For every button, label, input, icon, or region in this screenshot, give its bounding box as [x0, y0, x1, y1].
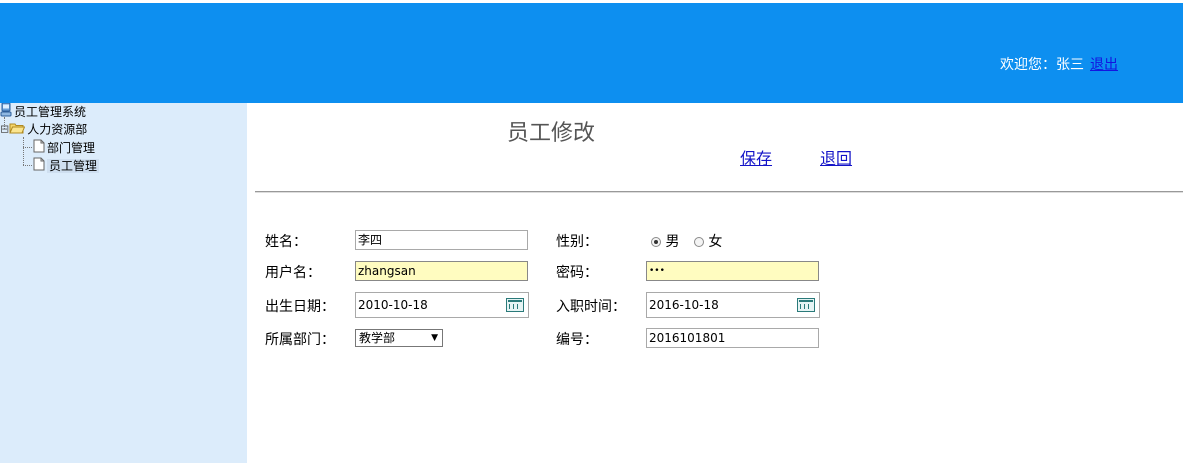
folder-open-icon [9, 122, 26, 138]
name-input[interactable]: 李四 [355, 230, 528, 250]
calendar-icon[interactable] [797, 298, 815, 312]
employee-no-input[interactable]: 2016101801 [646, 328, 819, 348]
gender-male-label: 男 [665, 234, 680, 250]
gender-male-radio[interactable] [651, 237, 661, 247]
hire-date-value: 2016-10-18 [649, 298, 719, 312]
tree-line [23, 165, 32, 166]
sidebar-tree: 员工管理系统 ⊟ 人力资源部 部门管理 员工管理 [0, 102, 247, 463]
computer-icon [0, 102, 12, 121]
username-input[interactable]: zhangsan [355, 261, 528, 281]
tree-line [23, 137, 24, 165]
birthdate-input[interactable]: 2010-10-18 [355, 292, 529, 318]
tree-item-label: 员工管理 [47, 159, 100, 173]
department-select-value: 教学部 [359, 331, 396, 345]
hire-date-label: 入职时间： [556, 299, 626, 315]
dropdown-arrow-icon: ▼ [431, 333, 438, 343]
tree-item-dept-mgmt[interactable]: 部门管理 [33, 139, 95, 155]
top-banner: 欢迎您：张三 退出 [0, 3, 1183, 103]
page-title: 员工修改 [507, 121, 596, 146]
welcome-area: 欢迎您：张三 退出 [1000, 54, 1118, 74]
welcome-text: 欢迎您：张三 [1000, 57, 1084, 73]
divider [255, 191, 1183, 193]
gender-group: 男 女 [651, 231, 722, 251]
employee-no-label: 编号： [556, 332, 598, 348]
department-label: 所属部门： [265, 332, 335, 348]
back-link[interactable]: 退回 [820, 145, 852, 169]
calendar-icon[interactable] [506, 298, 524, 312]
collapse-icon[interactable]: ⊟ [0, 123, 9, 136]
gender-label: 性别： [556, 234, 598, 250]
tree-node-hr[interactable]: ⊟ 人力资源部 [0, 121, 87, 137]
tree-item-label: 部门管理 [47, 141, 96, 155]
tree-item-emp-mgmt[interactable]: 员工管理 [33, 157, 100, 175]
hire-date-input[interactable]: 2016-10-18 [646, 292, 820, 318]
tree-node-hr-label: 人力资源部 [27, 122, 88, 137]
page-icon [33, 139, 45, 157]
page-icon [33, 157, 45, 175]
main-panel: 员工修改 保存 退回 姓名： 李四 性别： 男 女 用户名： zhangsan … [247, 103, 1183, 463]
gender-female-label: 女 [708, 234, 723, 250]
save-link[interactable]: 保存 [740, 145, 772, 169]
password-input[interactable]: ••• [646, 261, 819, 281]
name-label: 姓名： [265, 234, 307, 250]
birthdate-value: 2010-10-18 [358, 298, 428, 312]
username-label: 用户名： [265, 265, 321, 281]
gender-female-radio[interactable] [693, 237, 704, 247]
tree-line [23, 147, 32, 148]
password-label: 密码： [556, 265, 598, 281]
tree-root[interactable]: 员工管理系统 [0, 102, 87, 121]
birthdate-label: 出生日期： [265, 299, 335, 315]
department-select[interactable]: 教学部 ▼ [355, 329, 443, 347]
tree-root-label: 员工管理系统 [14, 105, 87, 119]
logout-link[interactable]: 退出 [1090, 57, 1118, 73]
